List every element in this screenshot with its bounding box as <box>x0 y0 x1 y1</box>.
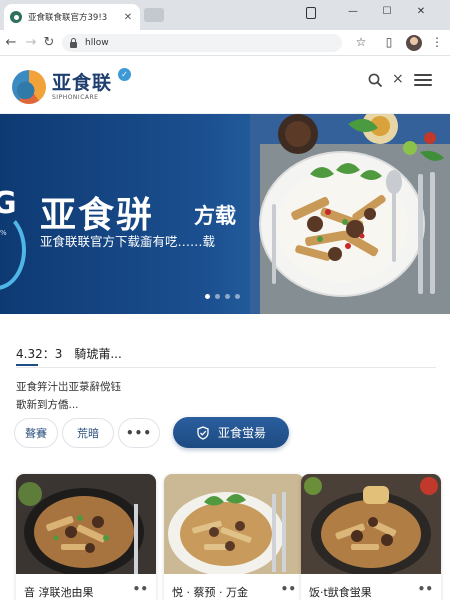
shield-check-icon <box>197 425 209 440</box>
bookmark-star-icon[interactable]: ☆ <box>354 35 368 49</box>
maximize-icon[interactable]: ☐ <box>380 6 394 17</box>
download-button-label: 亚食蛍昜 <box>217 426 266 440</box>
hero-banner[interactable]: G % 亚食骈 方载 亚食联联官方下载齑有呓……载 <box>0 114 450 314</box>
back-arrow-icon[interactable]: ← <box>4 35 18 50</box>
recipe-card-title: 音 淳联池由果 <box>24 586 94 599</box>
hero-subtitle: 亚食联联官方下载齑有呓……载 <box>40 234 216 249</box>
tab-close-icon[interactable]: ✕ <box>122 12 134 23</box>
carousel-dot[interactable] <box>235 294 240 299</box>
carousel-dot[interactable] <box>225 294 230 299</box>
tab-search-icon[interactable]: ▯ <box>382 35 396 49</box>
browser-tab[interactable]: 亚食联食联官方39!3 ✕ <box>4 4 140 30</box>
minimize-icon[interactable]: — <box>346 6 360 17</box>
forward-arrow-icon[interactable]: → <box>24 35 38 50</box>
recipe-card-image <box>16 474 156 574</box>
recipe-card-image <box>164 474 304 574</box>
hero-title-suffix: 方载 <box>194 204 236 228</box>
card-more-icon[interactable]: •• <box>418 582 433 596</box>
recipe-card-title: 饭·t獃食蛍果 <box>309 586 372 599</box>
browser-tab-bar: 亚食联食联官方39!3 ✕ — ☐ ✕ <box>0 0 450 30</box>
description-line: 歌新到方僑... <box>16 399 79 411</box>
recipe-card-image <box>301 474 441 574</box>
brand-logo-icon[interactable] <box>12 70 46 104</box>
recipe-card[interactable]: 悦 · 蔡预 · 万金 •• <box>164 474 304 600</box>
new-tab-button[interactable] <box>144 8 164 22</box>
site-favicon-icon <box>10 11 22 23</box>
description-line: 亚食笄汁岀亚菉辭傥钰 <box>16 381 121 393</box>
close-icon[interactable]: × <box>392 71 404 87</box>
more-dots-icon: ••• <box>125 426 152 440</box>
verified-badge-icon: ✓ <box>118 68 131 81</box>
search-icon[interactable] <box>368 73 382 87</box>
carousel-dots[interactable] <box>205 294 240 299</box>
tab-secondary[interactable]: 荒暗 <box>62 418 114 448</box>
carousel-dot[interactable] <box>215 294 220 299</box>
recipe-card[interactable]: 音 淳联池由果 •• <box>16 474 156 600</box>
rating-underline <box>16 364 38 366</box>
lock-icon[interactable] <box>70 37 77 48</box>
reload-icon[interactable]: ↻ <box>42 35 56 50</box>
browser-menu-icon[interactable]: ⋮ <box>430 35 444 49</box>
brand-name[interactable]: 亚食联 <box>52 68 112 95</box>
tab-title: 亚食联食联官方39!3 <box>28 13 108 23</box>
app-description: 亚食笄汁岀亚菉辭傥钰 歌新到方僑... <box>16 378 166 414</box>
section-divider <box>16 367 436 368</box>
window-close-icon[interactable]: ✕ <box>414 6 428 17</box>
download-button[interactable]: 亚食蛍昜 <box>173 417 289 448</box>
browser-toolbar: ← → ↻ hllow ☆ ▯ ⋮ <box>0 30 450 56</box>
previous-slide-text: G <box>0 186 17 221</box>
carousel-dot[interactable] <box>205 294 210 299</box>
app-rating: 4.32：3 騎琥莆... <box>16 347 122 361</box>
brand-tagline: SIPHONICARE <box>52 94 99 101</box>
card-more-icon[interactable]: •• <box>133 582 148 596</box>
site-header: 亚食联 ✓ SIPHONICARE × <box>0 56 450 114</box>
hamburger-menu-icon[interactable] <box>414 74 432 86</box>
card-more-icon[interactable]: •• <box>281 582 296 596</box>
hero-food-image <box>250 114 450 314</box>
recipe-card[interactable]: 饭·t獃食蛍果 •• <box>301 474 441 600</box>
address-bar[interactable]: hllow <box>62 34 342 52</box>
profile-avatar[interactable] <box>406 35 422 51</box>
url-text[interactable]: hllow <box>85 38 109 48</box>
previous-slide-arc <box>0 210 26 290</box>
extension-icon[interactable] <box>306 7 316 19</box>
more-options-button[interactable]: ••• <box>118 418 160 448</box>
tab-primary[interactable]: 聱賽 <box>14 418 58 448</box>
recipe-card-title: 悦 · 蔡预 · 万金 <box>172 586 248 599</box>
previous-slide-caption: % <box>0 229 7 237</box>
